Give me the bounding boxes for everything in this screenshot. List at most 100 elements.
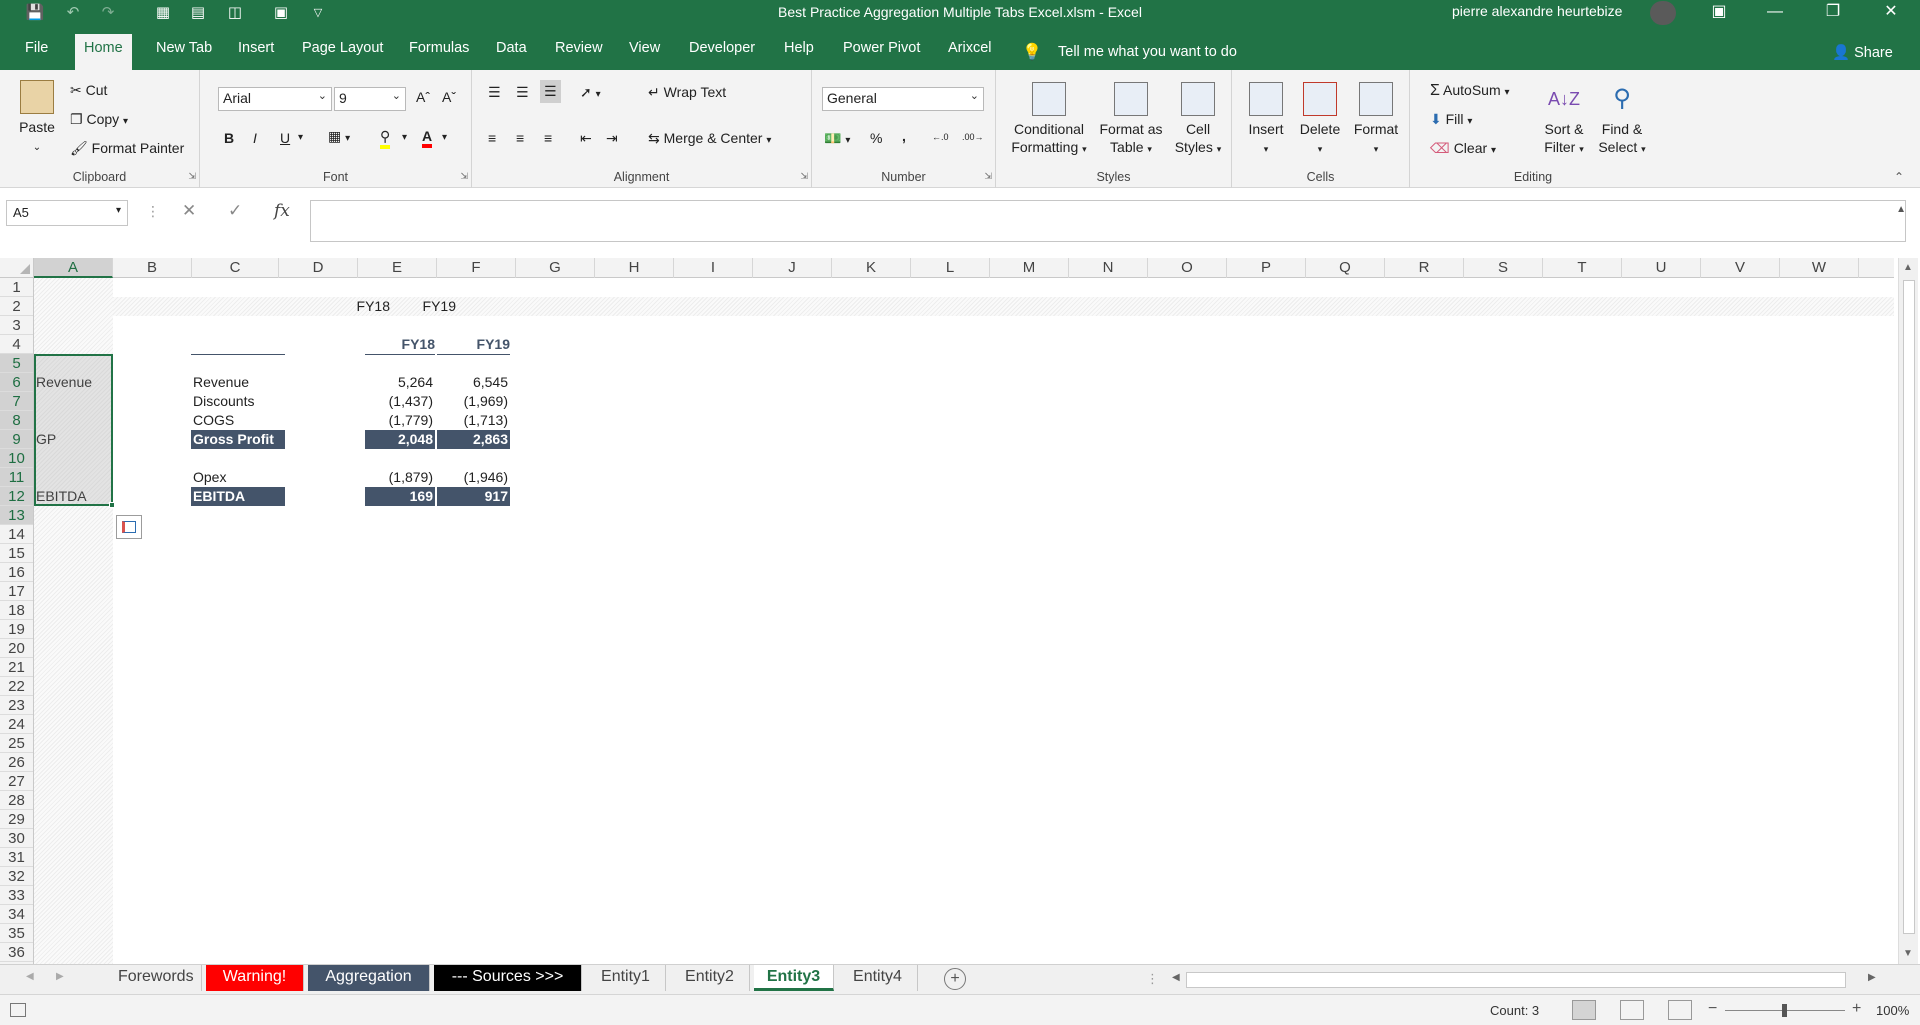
row-header[interactable]: 28 (0, 791, 33, 810)
table-cell-fy19[interactable]: (1,969) (437, 392, 510, 411)
font-size-select[interactable]: 9 ⌄ (334, 87, 406, 111)
row-header[interactable]: 24 (0, 715, 33, 734)
row-header[interactable]: 27 (0, 772, 33, 791)
tab-data[interactable]: Data (487, 36, 536, 70)
currency-icon[interactable]: 💵 ▾ (824, 130, 850, 147)
font-name-select[interactable]: Arial ⌄ (218, 87, 332, 111)
clear-button[interactable]: ⌫ Clear ▾ (1430, 140, 1496, 157)
zoom-out-icon[interactable]: − (1708, 1000, 1717, 1018)
table-row-label[interactable]: Opex (191, 468, 285, 487)
row-header[interactable]: 15 (0, 544, 33, 563)
sheet-tab[interactable]: Entity4 (838, 965, 918, 991)
format-cells-button[interactable]: Format ▾ (1348, 82, 1404, 158)
column-header[interactable]: T (1543, 258, 1622, 278)
column-header[interactable]: B (113, 258, 192, 278)
orientation-icon[interactable]: ➚ ▾ (580, 84, 601, 101)
user-name[interactable]: pierre alexandre heurtebize (1452, 3, 1622, 19)
increase-font-icon[interactable]: Aˆ (416, 89, 430, 105)
select-all-button[interactable] (0, 258, 34, 278)
align-center-icon[interactable]: ≡ (516, 130, 524, 146)
column-header[interactable]: O (1148, 258, 1227, 278)
table-cell-fy19[interactable]: (1,946) (437, 468, 510, 487)
increase-decimal-icon[interactable]: ←.0 (932, 132, 949, 142)
increase-indent-icon[interactable]: ⇥ (606, 130, 618, 147)
dialog-launcher-icon[interactable]: ⇲ (984, 171, 992, 182)
wrap-text-button[interactable]: ↵ Wrap Text (648, 84, 726, 101)
table-cell-fy18[interactable]: (1,879) (365, 468, 435, 487)
align-middle-icon[interactable]: ☰ (516, 84, 529, 101)
name-box[interactable]: A5 ▾ (6, 200, 128, 226)
row-header[interactable]: 8 (0, 411, 33, 430)
column-header[interactable]: C (192, 258, 279, 278)
column-header[interactable]: A (34, 258, 113, 278)
sheet-tab[interactable]: Entity2 (670, 965, 750, 991)
tab-help[interactable]: Help (775, 36, 823, 70)
table-cell-fy19[interactable]: (1,713) (437, 411, 510, 430)
zoom-slider-thumb[interactable] (1782, 1004, 1787, 1017)
chevron-down-icon[interactable]: ▾ (402, 132, 407, 143)
table-row-label[interactable]: EBITDA (191, 487, 285, 506)
table-cell-fy18[interactable]: (1,437) (365, 392, 435, 411)
table-cell-fy18[interactable]: 169 (365, 487, 435, 506)
row-header[interactable]: 33 (0, 886, 33, 905)
chevron-down-icon[interactable]: ▾ (442, 132, 447, 143)
row-header[interactable]: 35 (0, 924, 33, 943)
italic-button[interactable]: I (253, 130, 257, 146)
column-header[interactable]: J (753, 258, 832, 278)
page-layout-view-icon[interactable] (1620, 1000, 1644, 1020)
zoom-level[interactable]: 100% (1876, 1003, 1909, 1018)
horizontal-scroll-thumb[interactable] (1186, 972, 1846, 988)
cell-f2[interactable]: FY19 (392, 297, 456, 316)
tab-splitter-icon[interactable]: ⋮ (1146, 971, 1159, 987)
table-cell-fy18[interactable]: 5,264 (365, 373, 435, 392)
bold-button[interactable]: B (224, 130, 234, 146)
sheet-tab[interactable]: Entity3 (754, 965, 834, 991)
cut-button[interactable]: ✂ Cut (70, 82, 107, 99)
quick-analysis-icon[interactable] (116, 515, 142, 539)
align-left-icon[interactable]: ≡ (488, 130, 496, 146)
underline-button[interactable]: U (280, 130, 290, 146)
table-cell-fy18[interactable]: 2,048 (365, 430, 435, 449)
avatar[interactable] (1650, 1, 1676, 25)
ribbon-display-icon[interactable]: ▣ (1696, 0, 1742, 26)
dialog-launcher-icon[interactable]: ⇲ (460, 171, 468, 182)
tab-review[interactable]: Review (546, 36, 612, 70)
fill-button[interactable]: ⬇ Fill ▾ (1430, 111, 1472, 128)
cell-e2[interactable]: FY18 (326, 297, 390, 316)
tab-file[interactable]: File (16, 36, 57, 70)
format-as-table-button[interactable]: Format as Table ▾ (1094, 82, 1168, 158)
dialog-launcher-icon[interactable]: ⇲ (800, 171, 808, 182)
scroll-left-icon[interactable]: ◀ (1172, 972, 1180, 983)
share-button[interactable]: 👤 Share (1832, 44, 1893, 61)
macro-record-icon[interactable] (10, 1003, 26, 1017)
confirm-entry-icon[interactable]: ✓ (228, 201, 242, 221)
row-header[interactable]: 16 (0, 563, 33, 582)
table-row-label[interactable]: Discounts (191, 392, 285, 411)
row-header[interactable]: 34 (0, 905, 33, 924)
tab-formulas[interactable]: Formulas (400, 36, 478, 70)
table-row-label[interactable]: Revenue (191, 373, 285, 392)
zoom-in-icon[interactable]: + (1852, 1000, 1861, 1018)
row-header[interactable]: 2 (0, 297, 33, 316)
row-header[interactable]: 13 (0, 506, 33, 525)
table-row-label[interactable]: COGS (191, 411, 285, 430)
row-header[interactable]: 5 (0, 354, 33, 373)
add-sheet-icon[interactable]: + (944, 968, 966, 990)
sheet-tab[interactable]: --- Sources >>> (434, 965, 582, 991)
column-header[interactable]: W (1780, 258, 1859, 278)
decrease-decimal-icon[interactable]: .00→ (962, 132, 984, 142)
sheet-tab[interactable]: Forewords (106, 965, 202, 991)
autosum-button[interactable]: Σ AutoSum ▾ (1430, 82, 1510, 100)
align-right-icon[interactable]: ≡ (544, 130, 552, 146)
tab-power-pivot[interactable]: Power Pivot (834, 36, 929, 70)
row-header[interactable]: 3 (0, 316, 33, 335)
tell-me-search[interactable]: Tell me what you want to do (1058, 44, 1237, 60)
merge-center-button[interactable]: ⇆ Merge & Center ▾ (648, 130, 771, 147)
minimize-icon[interactable]: — (1752, 0, 1798, 26)
vertical-scroll-thumb[interactable] (1903, 280, 1915, 934)
percent-button[interactable]: % (870, 130, 882, 146)
row-header[interactable]: 31 (0, 848, 33, 867)
fill-handle[interactable] (109, 502, 115, 508)
cell-styles-button[interactable]: Cell Styles ▾ (1168, 82, 1228, 158)
tab-view[interactable]: View (620, 36, 669, 70)
